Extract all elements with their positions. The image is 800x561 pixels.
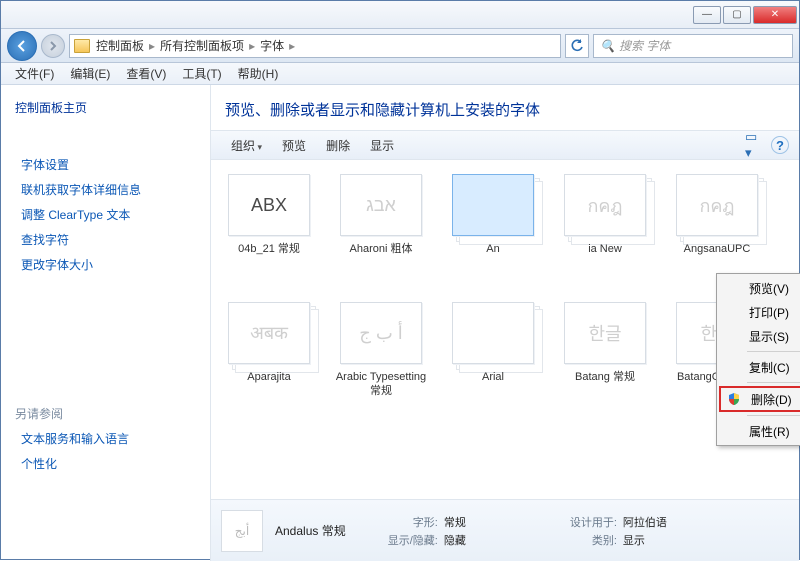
- toolbar-show[interactable]: 显示: [360, 134, 404, 157]
- font-label: Arial: [443, 370, 543, 384]
- search-icon: 🔍: [600, 39, 615, 53]
- folder-icon: [74, 39, 90, 53]
- font-item[interactable]: Arial: [437, 298, 549, 426]
- main: 预览、删除或者显示和隐藏计算机上安装的字体 组织 预览 删除 显示 ▭ ▾ ? …: [211, 85, 799, 561]
- minimize-button[interactable]: —: [693, 6, 721, 24]
- sidebar-home[interactable]: 控制面板主页: [15, 99, 196, 116]
- details-hide-key: 显示/隐藏:: [388, 532, 438, 548]
- sidebar: 控制面板主页 字体设置 联机获取字体详细信息 调整 ClearType 文本 查…: [1, 85, 211, 561]
- sidebar-also-text-services[interactable]: 文本服务和输入语言: [21, 430, 196, 447]
- font-label: Aharoni 粗体: [331, 242, 431, 256]
- details-cat-key: 类别:: [570, 532, 617, 548]
- font-thumb: أ ب ج: [340, 302, 422, 364]
- refresh-button[interactable]: [565, 34, 589, 58]
- ctx-preview[interactable]: 预览(V): [719, 276, 800, 300]
- view-options-button[interactable]: ▭ ▾: [745, 135, 765, 155]
- content: 控制面板主页 字体设置 联机获取字体详细信息 调整 ClearType 文本 查…: [1, 85, 799, 561]
- search-input[interactable]: 🔍 搜索 字体: [593, 34, 793, 58]
- font-item[interactable]: אבג Aharoni 粗体: [325, 170, 437, 298]
- navbar: 控制面板 ▸ 所有控制面板项 ▸ 字体 ▸ 🔍 搜索 字体: [1, 29, 799, 63]
- search-placeholder: 搜索 字体: [619, 37, 670, 54]
- menu-edit[interactable]: 编辑(E): [62, 63, 118, 84]
- toolbar-preview[interactable]: 预览: [272, 134, 316, 157]
- forward-button[interactable]: [41, 34, 65, 58]
- ctx-delete-label: 删除(D): [751, 391, 792, 408]
- font-thumb: กคฎ: [564, 174, 646, 236]
- sidebar-link-cleartype[interactable]: 调整 ClearType 文本: [21, 206, 196, 223]
- menu-view[interactable]: 查看(V): [118, 63, 174, 84]
- font-label: Arabic Typesetting 常规: [331, 370, 431, 399]
- sidebar-link-online-fonts[interactable]: 联机获取字体详细信息: [21, 181, 196, 198]
- ctx-properties[interactable]: 属性(R): [719, 419, 800, 443]
- font-label: Aparajita: [219, 370, 319, 384]
- details-style-val: 常规: [444, 514, 466, 530]
- font-item[interactable]: กคฎ ia New: [549, 170, 661, 298]
- uac-shield-icon: [727, 392, 741, 406]
- font-label: AngsanaUPC: [667, 242, 767, 256]
- ctx-separator: [747, 415, 800, 416]
- help-button[interactable]: ?: [771, 136, 789, 154]
- font-label: An: [443, 242, 543, 256]
- toolbar-organize[interactable]: 组织: [221, 134, 272, 157]
- ctx-show[interactable]: 显示(S): [719, 324, 800, 348]
- toolbar: 组织 预览 删除 显示 ▭ ▾ ?: [211, 130, 799, 160]
- maximize-button[interactable]: ▢: [723, 6, 751, 24]
- ctx-copy[interactable]: 复制(C): [719, 355, 800, 379]
- breadcrumb-root[interactable]: 控制面板: [96, 37, 144, 54]
- sidebar-also-personalize[interactable]: 个性化: [21, 455, 196, 472]
- ctx-delete[interactable]: 删除(D): [719, 386, 800, 412]
- font-item[interactable]: अबक Aparajita: [213, 298, 325, 426]
- font-thumb: [452, 302, 534, 364]
- page-title: 预览、删除或者显示和隐藏计算机上安装的字体: [211, 85, 799, 130]
- font-thumb: กคฎ: [676, 174, 758, 236]
- context-menu: 预览(V) 打印(P) 显示(S) 复制(C) 删除(D) 属性(R): [716, 273, 800, 446]
- details-pane: أبج Andalus 常规 字形: 常规 显示/隐藏: 隐藏 设计用于: 阿拉…: [211, 499, 799, 561]
- menubar: 文件(F) 编辑(E) 查看(V) 工具(T) 帮助(H): [1, 63, 799, 85]
- menu-file[interactable]: 文件(F): [7, 63, 62, 84]
- font-thumb: אבג: [340, 174, 422, 236]
- font-thumb: ABX: [228, 174, 310, 236]
- sidebar-link-font-size[interactable]: 更改字体大小: [21, 256, 196, 273]
- ctx-separator: [747, 382, 800, 383]
- font-item[interactable]: ABX 04b_21 常规: [213, 170, 325, 298]
- font-label: 04b_21 常规: [219, 242, 319, 256]
- menu-tools[interactable]: 工具(T): [174, 63, 229, 84]
- details-design-key: 设计用于:: [570, 514, 617, 530]
- chevron-right-icon: ▸: [246, 39, 258, 53]
- menu-help[interactable]: 帮助(H): [230, 63, 287, 84]
- sidebar-also-head: 另请参阅: [15, 405, 196, 422]
- font-item[interactable]: أ ب ج Arabic Typesetting 常规: [325, 298, 437, 426]
- breadcrumb-leaf[interactable]: 字体: [260, 37, 284, 54]
- font-item[interactable]: An: [437, 170, 549, 298]
- chevron-right-icon: ▸: [146, 39, 158, 53]
- font-grid: ABX 04b_21 常规 אבג Aharoni 粗体 An กคฎ ia New กคฎ A…: [211, 160, 799, 499]
- ctx-print[interactable]: 打印(P): [719, 300, 800, 324]
- details-design-val: 阿拉伯语: [623, 514, 667, 530]
- details-cat-val: 显示: [623, 532, 667, 548]
- chevron-right-icon: ▸: [286, 39, 298, 53]
- font-thumb: 한글: [564, 302, 646, 364]
- font-label: ia New: [555, 242, 655, 256]
- details-hide-val: 隐藏: [444, 532, 466, 548]
- details-style-key: 字形:: [388, 514, 438, 530]
- ctx-separator: [747, 351, 800, 352]
- details-name: Andalus 常规: [275, 522, 346, 539]
- details-thumb: أبج: [221, 510, 263, 552]
- titlebar: — ▢ ✕: [1, 1, 799, 29]
- font-thumb: [452, 174, 534, 236]
- close-button[interactable]: ✕: [753, 6, 797, 24]
- sidebar-link-font-settings[interactable]: 字体设置: [21, 156, 196, 173]
- sidebar-link-find-char[interactable]: 查找字符: [21, 231, 196, 248]
- font-item[interactable]: 한글 Batang 常规: [549, 298, 661, 426]
- back-button[interactable]: [7, 31, 37, 61]
- font-label: Batang 常规: [555, 370, 655, 384]
- breadcrumb-level2[interactable]: 所有控制面板项: [160, 37, 244, 54]
- address-bar[interactable]: 控制面板 ▸ 所有控制面板项 ▸ 字体 ▸: [69, 34, 561, 58]
- font-thumb: अबक: [228, 302, 310, 364]
- toolbar-delete[interactable]: 删除: [316, 134, 360, 157]
